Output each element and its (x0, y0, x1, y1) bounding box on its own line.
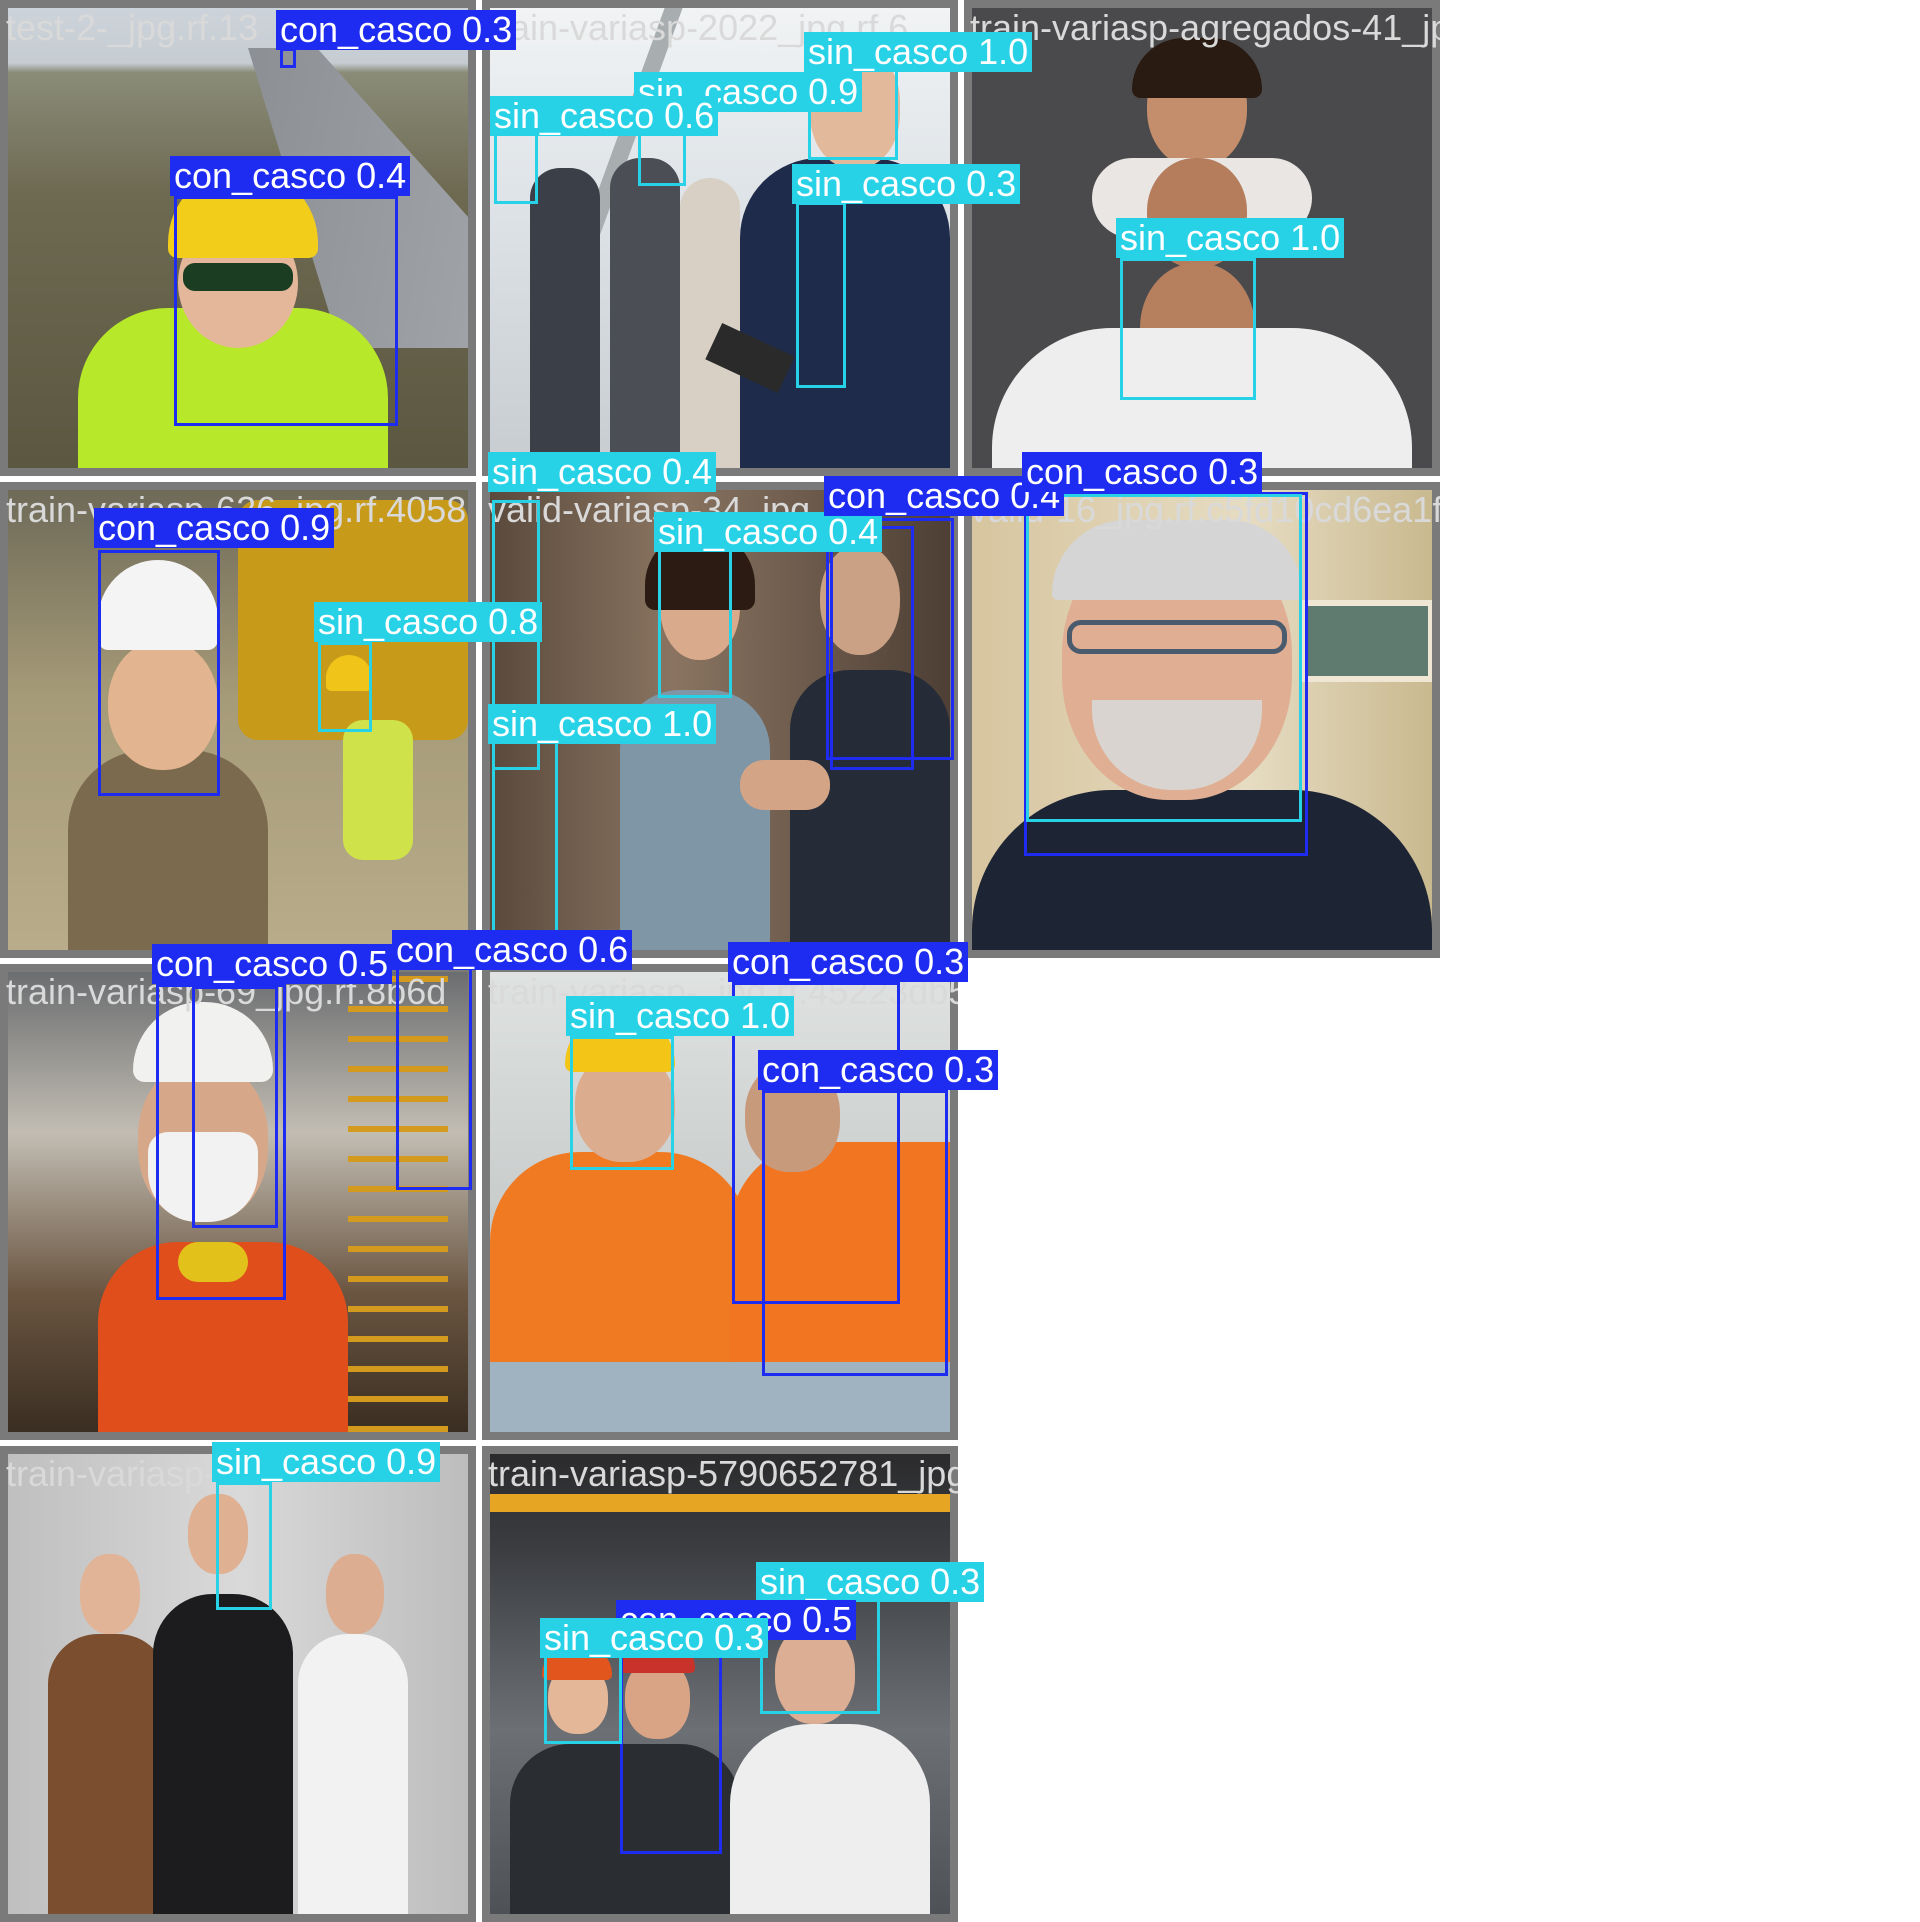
detection-label: sin_casco 0.3 (756, 1562, 985, 1602)
detection-label: sin_casco 0.3 (540, 1618, 769, 1658)
construction-site-photo (8, 490, 468, 950)
handshake (740, 760, 830, 810)
detection-label: con_casco 0.3 (728, 942, 969, 982)
woman-white-shirt (298, 1634, 408, 1914)
detection-box-con-casco (98, 550, 220, 796)
detection-box-sin-casco (318, 642, 372, 732)
detection-label: con_casco 0.4 (170, 156, 411, 196)
wall-painting (1302, 600, 1432, 682)
person-suit (610, 158, 680, 468)
detection-label: sin_casco 1.0 (566, 996, 795, 1036)
detection-label: con_casco 0.3 (1022, 452, 1263, 492)
detection-label: sin_casco 1.0 (488, 704, 717, 744)
detection-label: sin_casco 1.0 (1116, 218, 1345, 258)
image-filename: train-variasp-5790652781_jpg.rf.fe4d7eec… (488, 1453, 958, 1494)
detection-box-sin-casco (216, 1482, 272, 1610)
detection-box-sin-casco (1026, 494, 1302, 822)
man-black-suit (153, 1594, 293, 1914)
detection-label: con_casco 0.6 (392, 930, 633, 970)
detection-label: sin_casco 1.0 (804, 32, 1033, 72)
detection-box-con-casco (830, 526, 914, 770)
woman-face (326, 1554, 384, 1634)
image-filename: train-variasp- (6, 1453, 217, 1494)
person-suit (680, 178, 740, 468)
woman-face (80, 1554, 140, 1634)
woman-brown-coat (48, 1634, 168, 1914)
detection-label: con_casco 0.5 (152, 944, 393, 984)
detection-label: sin_casco 0.3 (792, 164, 1021, 204)
detection-label: con_casco 0.3 (276, 10, 517, 50)
person-suit (530, 168, 600, 468)
detection-box-sin-casco (796, 202, 846, 388)
white-shirt (730, 1724, 930, 1914)
detection-label: sin_casco 0.9 (212, 1442, 441, 1482)
detection-label: sin_casco 0.4 (488, 452, 717, 492)
hi-vis-vest (343, 720, 413, 860)
image-filename: test-2-_jpg.rf.13 (6, 7, 259, 48)
detection-label: con_casco 0.3 (758, 1050, 999, 1090)
detection-label: sin_casco 0.4 (654, 512, 883, 552)
detection-box-sin-casco (658, 546, 732, 698)
detection-label: con_casco 0.9 (94, 508, 335, 548)
detection-box-con-casco (280, 48, 296, 68)
detection-box-sin-casco (544, 1654, 622, 1744)
detection-box-con-casco (620, 1650, 722, 1854)
detection-label: sin_casco 0.6 (490, 96, 719, 136)
detection-box-sin-casco (492, 736, 558, 946)
detection-box-con-casco (396, 966, 472, 1190)
image-filename: train-variasp-agregados-41_jpg.rf.035f35 (970, 7, 1440, 48)
detection-box-con-casco (174, 196, 398, 426)
ceiling-beam (490, 1494, 950, 1512)
mosaic-tile: train-variasp-626_jpg.rf.4058 (0, 482, 476, 958)
detection-box-con-casco (192, 986, 278, 1228)
detection-box-sin-casco (494, 132, 538, 204)
detection-label: sin_casco 0.8 (314, 602, 543, 642)
detection-box-con-casco (762, 1090, 948, 1376)
detection-box-sin-casco (1120, 258, 1256, 400)
detection-box-sin-casco (570, 1036, 674, 1170)
